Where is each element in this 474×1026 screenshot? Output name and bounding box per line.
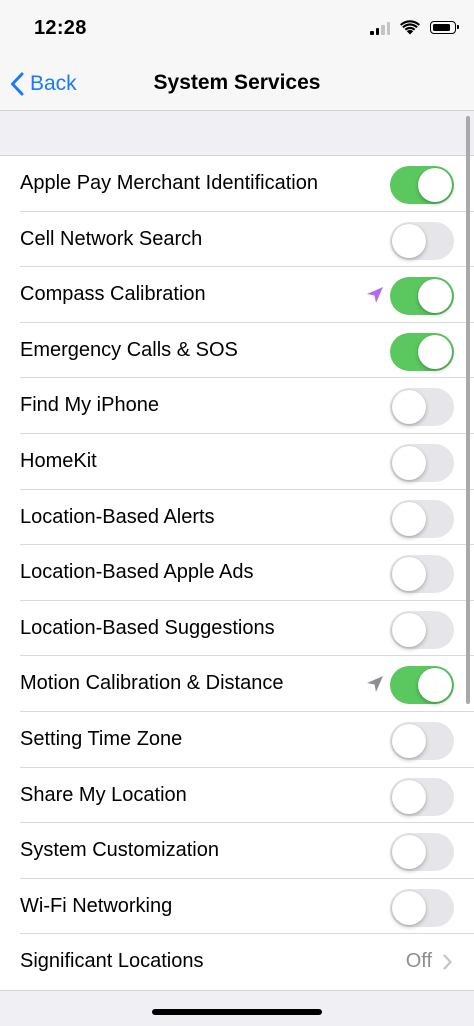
navigation-bar: Back System Services [0, 58, 474, 111]
service-row-motion-calibration-distance: Motion Calibration & Distance [0, 656, 474, 712]
service-label: Wi-Fi Networking [20, 894, 173, 917]
toggle-switch[interactable] [390, 499, 454, 538]
service-label: Motion Calibration & Distance [20, 672, 284, 695]
toggle-switch[interactable] [390, 777, 454, 816]
service-label: Location-Based Apple Ads [20, 561, 254, 584]
service-row-system-customization: System Customization [0, 823, 474, 879]
service-row-homekit: HomeKit [0, 434, 474, 490]
service-label: HomeKit [20, 449, 97, 472]
toggle-switch[interactable] [390, 166, 454, 204]
service-row-apple-pay-merchant-identification: Apple Pay Merchant Identification [0, 156, 474, 212]
service-label: Share My Location [20, 783, 187, 806]
service-label: Emergency Calls & SOS [20, 338, 238, 361]
service-label: Find My iPhone [20, 394, 159, 417]
service-label: Compass Calibration [20, 283, 206, 306]
service-row-share-my-location: Share My Location [0, 768, 474, 824]
system-services-list: Apple Pay Merchant Identification Cell N… [0, 155, 474, 991]
significant-locations-value: Off [405, 950, 432, 973]
toggle-switch[interactable] [390, 221, 454, 260]
toggle-switch[interactable] [390, 721, 454, 760]
service-row-wifi-networking: Wi-Fi Networking [0, 879, 474, 935]
toggle-switch[interactable] [390, 666, 454, 705]
toggle-switch[interactable] [390, 332, 454, 371]
significant-locations-label: Significant Locations [20, 950, 204, 973]
service-label: Cell Network Search [20, 227, 203, 250]
toggle-switch[interactable] [390, 610, 454, 649]
toggle-switch[interactable] [390, 888, 454, 927]
toggle-switch[interactable] [390, 388, 454, 427]
location-arrow-icon [367, 287, 383, 304]
service-label: Apple Pay Merchant Identification [20, 172, 318, 194]
location-arrow-icon [367, 676, 383, 693]
status-time: 12:28 [34, 17, 87, 39]
service-row-compass-calibration: Compass Calibration [0, 267, 474, 323]
service-row-location-based-apple-ads: Location-Based Apple Ads [0, 545, 474, 601]
service-row-find-my-iphone: Find My iPhone [0, 378, 474, 434]
wifi-icon [400, 20, 420, 35]
significant-locations-row[interactable]: Significant Locations Off [0, 934, 474, 990]
service-label: Location-Based Suggestions [20, 616, 275, 639]
chevron-right-icon [443, 954, 452, 970]
service-row-location-based-alerts: Location-Based Alerts [0, 490, 474, 546]
service-label: Location-Based Alerts [20, 505, 215, 528]
page-title: System Services [153, 71, 321, 94]
toggle-switch[interactable] [390, 833, 454, 872]
service-row-setting-time-zone: Setting Time Zone [0, 712, 474, 768]
service-label: Setting Time Zone [20, 727, 183, 750]
service-row-location-based-suggestions: Location-Based Suggestions [0, 601, 474, 657]
service-label: System Customization [20, 839, 219, 862]
status-icons [370, 20, 459, 35]
home-indicator[interactable] [152, 1009, 322, 1015]
battery-icon [430, 21, 459, 34]
toggle-switch[interactable] [390, 277, 454, 316]
service-row-cell-network-search: Cell Network Search [0, 212, 474, 268]
scroll-indicator[interactable] [466, 116, 470, 704]
service-row-emergency-calls-sos: Emergency Calls & SOS [0, 323, 474, 379]
toggle-switch[interactable] [390, 555, 454, 594]
toggle-switch[interactable] [390, 443, 454, 482]
signal-icon [370, 21, 390, 35]
status-bar: 12:28 [0, 0, 474, 58]
